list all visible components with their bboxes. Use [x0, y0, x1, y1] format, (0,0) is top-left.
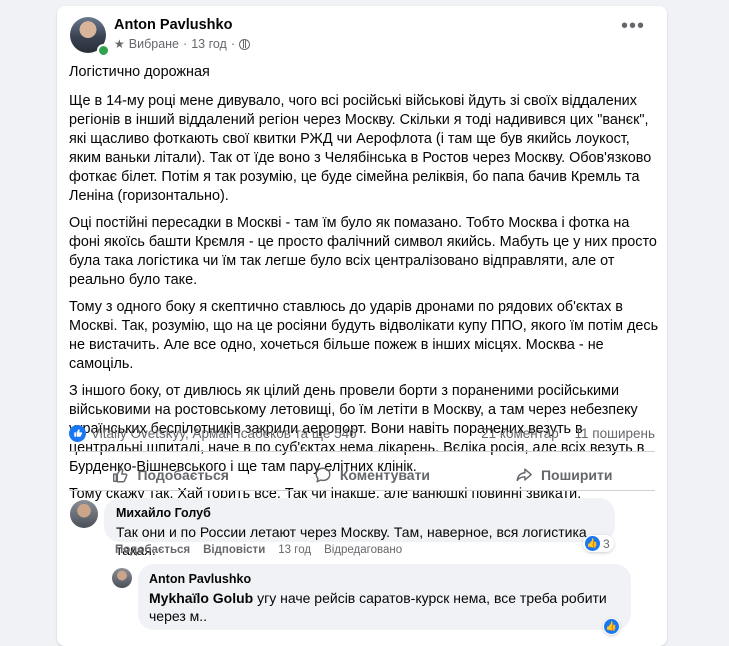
like-button[interactable]: Подобається: [87, 460, 252, 490]
comment-button[interactable]: Коментувати: [290, 460, 454, 490]
post-title-line: Логістично дорожная: [69, 64, 210, 80]
action-bar: Подобається Коментувати Поширити: [69, 458, 655, 492]
reply-author[interactable]: Anton Pavlushko: [149, 572, 619, 586]
comments-count[interactable]: 21 коментар: [481, 426, 559, 441]
reactions-summary: Vitaliy Ovetskyy, Арман Ісабеков та ще 5…: [69, 425, 655, 445]
author-name[interactable]: Anton Pavlushko: [114, 17, 232, 33]
thumbs-up-icon: [113, 467, 128, 483]
meta-separator: ·: [230, 37, 235, 51]
comment-like-button[interactable]: Подобається: [115, 544, 190, 556]
like-button-label: Подобається: [137, 467, 229, 483]
reply-mention[interactable]: Mykhaïlo Golub: [149, 590, 253, 606]
engagement-counts: 21 коментар 11 поширень: [481, 426, 655, 441]
reply-text-line2: через м..: [149, 608, 208, 624]
comment-bubble: Михайло Голуб Так они и по России летают…: [104, 498, 615, 558]
post-meta: ★ Вибране · 13 год ·: [114, 37, 250, 51]
like-reaction-icon: 👍: [604, 619, 619, 634]
commenter-avatar[interactable]: [70, 500, 98, 528]
post-time[interactable]: 13 год: [191, 37, 227, 51]
post-card: Anton Pavlushko ★ Вибране · 13 год · •••…: [57, 6, 667, 646]
post-paragraph: Ще в 14-му році мене дивувало, чого всі …: [69, 93, 652, 204]
reply-reactions[interactable]: 👍: [603, 618, 620, 635]
post-paragraph: Тому з одного боку я скептично ставлюсь …: [69, 299, 659, 372]
like-reaction-icon[interactable]: [69, 425, 86, 442]
star-icon: ★: [114, 37, 125, 51]
meta-separator: ·: [183, 37, 188, 51]
audience-label[interactable]: Вибране: [129, 37, 179, 51]
reply-bubble: Anton Pavlushko Mykhaïlo Golub угу наче …: [138, 564, 631, 630]
divider: [69, 451, 655, 452]
share-arrow-icon: [516, 468, 532, 482]
divider: [69, 490, 655, 491]
shares-count[interactable]: 11 поширень: [575, 426, 655, 441]
globe-icon: [239, 38, 250, 50]
more-options-icon[interactable]: •••: [621, 16, 645, 36]
comment-edited: Відредаговано: [324, 544, 403, 556]
reply-text: Mykhaïlo Golub угу наче рейсів саратов-к…: [149, 589, 619, 625]
comment-reaction-count: 3: [603, 536, 610, 551]
reply-author-avatar[interactable]: [112, 568, 132, 588]
comment-meta: Подобається Відповісти 13 год Відредагов…: [115, 544, 402, 556]
comment-bubble-icon: [315, 467, 331, 483]
comment-reply-button[interactable]: Відповісти: [203, 544, 265, 556]
comment-button-label: Коментувати: [339, 467, 431, 483]
online-status-icon: [97, 44, 110, 57]
post-paragraph: Оці постійні пересадки в Москві - там їм…: [69, 215, 657, 288]
comment-reactions[interactable]: 👍 3: [583, 535, 614, 552]
reply-text-line1: угу наче рейсів саратов-курск нема, все …: [253, 590, 607, 606]
reactors-list[interactable]: Vitaliy Ovetskyy, Арман Ісабеков та ще 5…: [91, 426, 357, 441]
comment-time[interactable]: 13 год: [278, 544, 311, 556]
like-reaction-icon: 👍: [585, 536, 600, 551]
comment-author[interactable]: Михайло Голуб: [116, 506, 615, 520]
share-button-label: Поширити: [540, 467, 613, 483]
share-button[interactable]: Поширити: [491, 460, 637, 490]
